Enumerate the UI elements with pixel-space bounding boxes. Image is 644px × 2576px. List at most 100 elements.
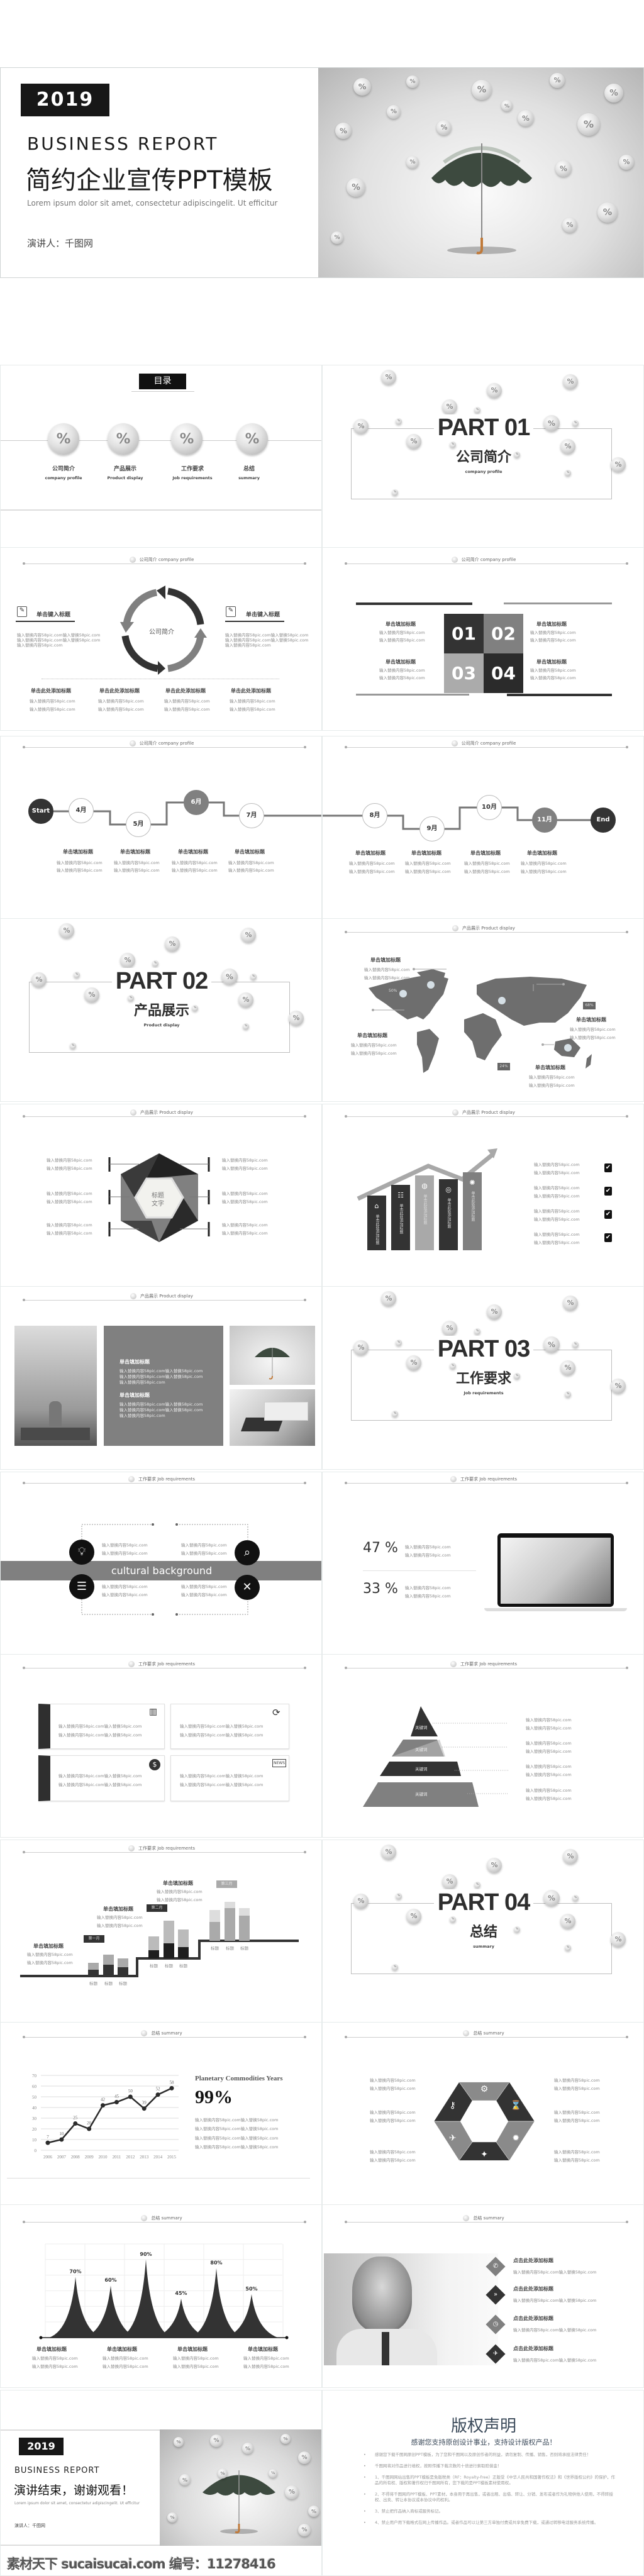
data-label: 25 bbox=[73, 2116, 78, 2121]
body-text: 输入替换内容58pic.com输入替换58pic.com bbox=[58, 1782, 142, 1787]
percent-badge-icon bbox=[130, 1109, 137, 1116]
umbrella-image bbox=[230, 1326, 315, 1385]
slide-header: 产品展示 Product display bbox=[323, 1109, 643, 1116]
section-subtitle: Product display bbox=[481, 1110, 515, 1115]
body-text: 输入替换内容58pic.com bbox=[526, 1796, 572, 1801]
percent-badge-icon bbox=[452, 925, 459, 931]
body-text: 输入替换内容58pic.com bbox=[534, 1209, 580, 1214]
step-bar-top bbox=[178, 1929, 189, 1947]
body-text: 输入替换内容58pic.com bbox=[405, 869, 451, 874]
toc-item-label: 工作要求 bbox=[180, 466, 204, 472]
body-text: 输入替换内容58pic.com输入替换58pic.com bbox=[195, 2136, 279, 2141]
step-bar-top bbox=[209, 1910, 220, 1922]
body-text: 输入替换内容58pic.com输入替换58pic.com bbox=[119, 1374, 203, 1379]
line-chart: 0 10 20 30 40 50 60 70 7 2006 10 2007 25 2008 20 2009 42… bbox=[32, 2074, 179, 2160]
header-divider bbox=[23, 746, 306, 748]
quad-02: 02 bbox=[484, 614, 523, 653]
body-text: 输入替换内容58pic.com bbox=[405, 1594, 451, 1599]
body-text: 输入替换内容58pic.com bbox=[164, 699, 210, 704]
steps-chart-slide: 第一月 第二月 第三月 工作要求 Job requirements 标题 标题 标题标… bbox=[0, 1840, 322, 2023]
peak-title: 单击填加标题 bbox=[248, 2346, 278, 2352]
cultural-background-slide: cultural background 💡︎ ⌕ ☰ ✕ 工作要求 Job re… bbox=[0, 1472, 322, 1655]
percent-badge-icon bbox=[129, 740, 136, 747]
body-text: 输入替换内容58pic.com bbox=[379, 638, 425, 643]
search-logo-icon: ⌕ bbox=[235, 1540, 260, 1565]
body-text: 输入替换内容58pic.com bbox=[181, 1592, 227, 1597]
bar-label: 单击此处添加标题 bbox=[375, 1214, 379, 1245]
body-text: 输入替换内容58pic.com bbox=[27, 1952, 73, 1957]
body-text: 输入替换内容58pic.com bbox=[222, 1231, 268, 1236]
x-tick-label: 2010 bbox=[99, 2155, 108, 2160]
step-title: 单击填加标题 bbox=[163, 1880, 193, 1886]
copyright-item: • 2、不得将千图网的PPT模板、PPT素材，本身用于再出售，或者出租、出借、转让… bbox=[364, 2492, 615, 2503]
world-map-slide: 50% 68% 24% 产品展示 Product display 单击填加标题 输入… bbox=[322, 918, 644, 1102]
timeline-node: 9月 bbox=[419, 816, 445, 841]
slide-header: 总结 summary bbox=[323, 2215, 643, 2221]
percent-bubble-icon: % bbox=[152, 960, 158, 967]
percent-badge-icon bbox=[452, 1109, 459, 1116]
body-text: 输入替换内容58pic.com bbox=[554, 2118, 600, 2123]
bar-icon: ⌂ bbox=[374, 1202, 379, 1210]
part-04-slide: %%%%%%%%%%%%%%%% PART 04 总结 summary bbox=[322, 1840, 644, 2023]
body-text: 输入替换内容58pic.com输入替换58pic.com bbox=[513, 2298, 597, 2303]
section-subtitle: summary bbox=[483, 2031, 504, 2036]
body-text: 输入替换内容58pic.com bbox=[526, 1741, 572, 1746]
hexagon-slide: 标题 文字 产品展示 Product display 输入替换内容58pic.co… bbox=[0, 1104, 322, 1287]
toc-item-sublabel: Product display bbox=[107, 475, 143, 480]
header-divider bbox=[345, 931, 628, 933]
percent-bubble-icon: % bbox=[331, 231, 343, 244]
body-text: 输入替换内容58pic.com bbox=[530, 675, 576, 680]
percent-bubble-icon: % bbox=[442, 399, 457, 414]
body-text: 输入替换内容58pic.com bbox=[114, 868, 160, 873]
end-presenter: 演讲人：千图网 bbox=[14, 2523, 45, 2528]
data-point bbox=[169, 2085, 174, 2090]
edit-icon: ✎ bbox=[226, 606, 236, 617]
laptop-base bbox=[484, 1608, 627, 1611]
percent-bubble-icon: % bbox=[474, 1328, 480, 1335]
body-text: 输入替换内容58pic.com输入替换58pic.com bbox=[180, 1774, 264, 1779]
data-point bbox=[128, 2094, 133, 2099]
segment-icon: ✹ bbox=[512, 2133, 519, 2143]
body-text: 输入替换内容58pic.com bbox=[570, 1035, 616, 1040]
percent-bubble-icon: % bbox=[48, 423, 79, 455]
slide-header: 产品展示 Product display bbox=[323, 925, 643, 931]
body-text: 输入替换内容58pic.com bbox=[47, 1158, 92, 1163]
timeline-node: 7月 bbox=[239, 803, 264, 828]
map-badge: 24% bbox=[497, 1063, 510, 1070]
divider bbox=[16, 621, 75, 622]
section-title: 总结 bbox=[151, 2216, 160, 2221]
section-title: 总结 bbox=[151, 2031, 160, 2036]
tools-icon: ✕ bbox=[235, 1575, 260, 1600]
body-text: 输入替换内容58pic.com bbox=[98, 707, 144, 712]
percent-badge-icon bbox=[129, 557, 136, 563]
bullet: • bbox=[364, 2452, 366, 2457]
header-divider bbox=[23, 1115, 306, 1118]
header-divider bbox=[345, 1482, 628, 1484]
body-text: 输入替换内容58pic.com bbox=[230, 707, 275, 712]
body-text: 输入替换内容58pic.com bbox=[102, 1584, 148, 1589]
quadrant-slide: 01 02 03 04 公司简介 company profile 单击填加标题 输入… bbox=[322, 547, 644, 731]
data-label: 50 bbox=[128, 2089, 133, 2094]
y-tick-label: 30 bbox=[32, 2116, 37, 2121]
growth-bar: ◍ 单击此处添加标题 bbox=[415, 1175, 434, 1250]
percent-bubble-icon: % bbox=[563, 1849, 578, 1864]
body-text: 输入替换内容58pic.com bbox=[181, 1584, 227, 1589]
copyright-item: • 1、千图网网站出售的PPT模板是免版税类（RF：Royalty-free）正版… bbox=[364, 2475, 615, 2486]
panel-title: 单击填加标题 bbox=[119, 1359, 150, 1365]
percent-badge-icon bbox=[141, 2215, 148, 2221]
part-subtitle-en: Product display bbox=[143, 1023, 180, 1028]
slide-header: 公司简介 company profile bbox=[1, 557, 321, 563]
data-label: 45 bbox=[114, 2094, 119, 2099]
body-text: 输入替换内容58pic.com输入替换58pic.com bbox=[119, 1402, 203, 1407]
list-title: 点击此处添加标题 bbox=[513, 2346, 553, 2351]
block-title: 单击键入标题 bbox=[246, 612, 280, 618]
percent-bubble-icon: % bbox=[487, 1858, 502, 1873]
peak-title: 单击填加标题 bbox=[177, 2346, 208, 2352]
panel-title: 单击填加标题 bbox=[119, 1392, 150, 1398]
body-text: 输入替换内容58pic.com bbox=[370, 2118, 416, 2123]
percent-bubble-icon: % bbox=[347, 178, 365, 197]
data-label: 39 bbox=[142, 2101, 147, 2106]
section-title: 公司简介 bbox=[461, 557, 479, 562]
bar-label: 标题 bbox=[211, 1946, 219, 1951]
part-title: PART 02 bbox=[1, 968, 321, 995]
